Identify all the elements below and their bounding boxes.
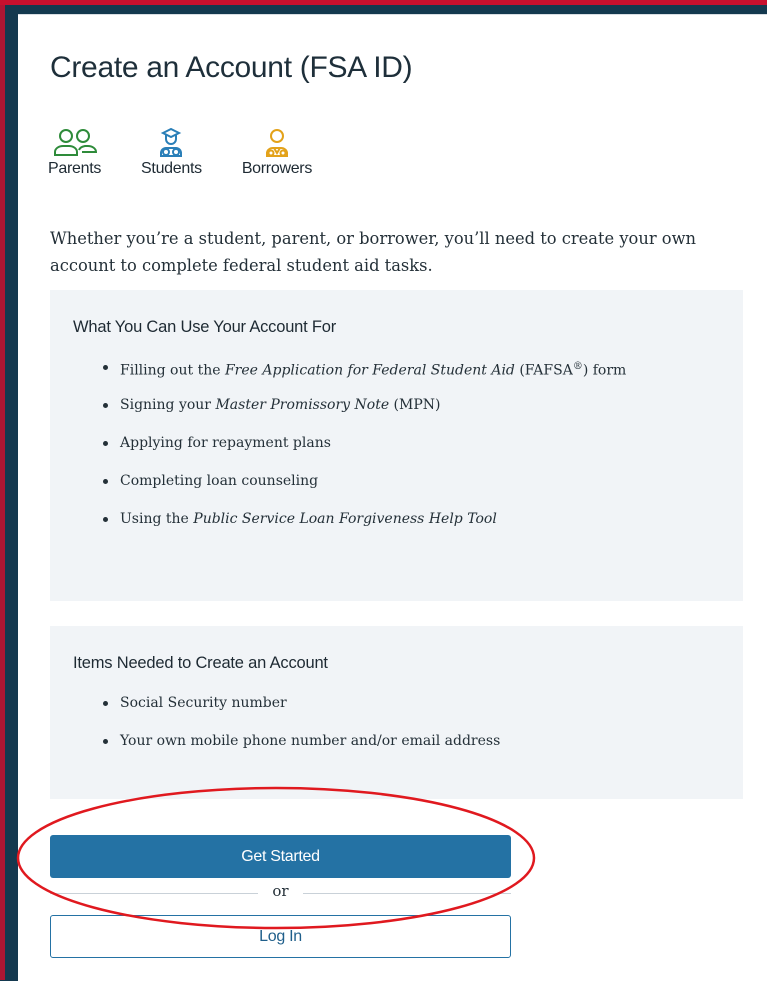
or-text: or [50, 882, 511, 900]
needed-list: Social Security number Your own mobile p… [98, 693, 500, 769]
or-divider: or [50, 882, 511, 904]
page-title: Create an Account (FSA ID) [50, 51, 412, 85]
uses-list: Filling out the Free Application for Fed… [98, 357, 626, 547]
uses-box: What You Can Use Your Account For Fillin… [50, 290, 743, 601]
needed-box: Items Needed to Create an Account Social… [50, 626, 743, 799]
parents-icon [52, 128, 98, 158]
list-item: Applying for repayment plans [98, 433, 626, 471]
divider-line-right [303, 893, 511, 894]
intro-text: Whether you’re a student, parent, or bor… [50, 225, 750, 279]
list-item: Signing your Master Promissory Note (MPN… [98, 395, 626, 433]
needed-heading: Items Needed to Create an Account [73, 654, 328, 673]
role-label-borrowers: Borrowers [242, 160, 312, 178]
role-label-parents: Parents [48, 160, 101, 178]
role-list: Parents Students [48, 128, 352, 178]
role-borrowers: Borrowers [242, 128, 312, 178]
role-students: Students [141, 128, 202, 178]
role-parents: Parents [48, 128, 101, 178]
borrowers-icon [254, 128, 300, 158]
list-item: Filling out the Free Application for Fed… [98, 357, 626, 395]
role-label-students: Students [141, 160, 202, 178]
uses-heading: What You Can Use Your Account For [73, 318, 336, 337]
students-icon [148, 128, 194, 158]
left-accent-bar [0, 0, 5, 980]
list-item: Completing loan counseling [98, 471, 626, 509]
list-item: Your own mobile phone number and/or emai… [98, 731, 500, 769]
list-item: Social Security number [98, 693, 500, 731]
log-in-button[interactable]: Log In [50, 915, 511, 958]
account-panel: Create an Account (FSA ID) Parents [18, 14, 767, 981]
list-item: Using the Public Service Loan Forgivenes… [98, 509, 626, 547]
get-started-button[interactable]: Get Started [50, 835, 511, 878]
top-accent-bar [0, 0, 767, 5]
